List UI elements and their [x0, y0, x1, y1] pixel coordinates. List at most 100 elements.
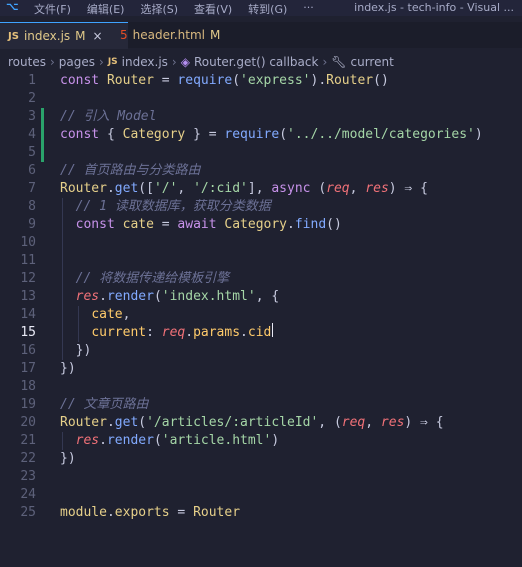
code-line[interactable]: 16 }) — [0, 342, 522, 360]
code-line[interactable]: 8 // 1 读取数据库，获取分类数据 — [0, 198, 522, 216]
code-text: Router.get(['/', '/:cid'], async (req, r… — [60, 180, 428, 198]
code-text: // 首页路由与分类路由 — [60, 162, 200, 180]
code-token: const — [60, 73, 107, 88]
menu-view[interactable]: 查看(V) — [194, 1, 232, 17]
js-file-icon: JS — [8, 30, 19, 42]
code-line[interactable]: 11 — [0, 252, 522, 270]
code-line[interactable]: 20 Router.get('/articles/:articleId', (re… — [0, 414, 522, 432]
code-token: 'express' — [240, 73, 311, 88]
vscode-logo-icon: ⌥ — [6, 0, 19, 13]
line-number: 24 — [20, 487, 36, 502]
code-line[interactable]: 5 — [0, 144, 522, 162]
code-token: . — [99, 433, 107, 448]
code-text: }) — [60, 450, 76, 468]
code-token: render — [106, 289, 154, 304]
code-token: const — [60, 217, 123, 232]
code-token: ( — [232, 73, 241, 88]
code-line[interactable]: 4 const { Category } = require('../../mod… — [0, 126, 522, 144]
tab-index-js[interactable]: JS index.js M × — [0, 22, 128, 49]
code-text: }) — [60, 342, 92, 360]
code-token: ( — [153, 433, 162, 448]
menu-go[interactable]: 转到(G) — [248, 1, 287, 17]
breadcrumb-pages[interactable]: pages — [59, 55, 95, 69]
code-text: // 将数据传递给模板引擎 — [60, 270, 230, 288]
chevron-right-icon: › — [322, 55, 328, 69]
modified-badge: M — [209, 28, 221, 42]
line-number: 16 — [20, 343, 36, 358]
breadcrumb-file[interactable]: index.js — [122, 55, 168, 69]
code-token: cate — [91, 307, 123, 322]
chevron-right-icon: › — [171, 55, 177, 69]
code-text: current: req.params.cid — [60, 324, 271, 342]
code-token: // 1 读取数据库，获取分类数据 — [60, 199, 271, 214]
line-number: 1 — [28, 73, 36, 88]
line-number: 4 — [28, 127, 36, 142]
menu-selection[interactable]: 选择(S) — [140, 1, 178, 17]
text-cursor — [272, 323, 273, 337]
close-icon[interactable]: × — [93, 29, 103, 43]
code-token: = — [153, 73, 178, 88]
line-number: 6 — [28, 163, 36, 178]
code-token: current — [91, 325, 147, 340]
code-line[interactable]: 9 const cate = await Category.find() — [0, 216, 522, 234]
menu-more[interactable]: ··· — [303, 1, 314, 17]
code-line[interactable]: 14 cate, — [0, 306, 522, 324]
code-token: Router — [60, 181, 107, 196]
code-text: res.render('article.html') — [60, 432, 280, 450]
code-line[interactable]: 21 res.render('article.html') — [0, 432, 522, 450]
code-token: : — [146, 325, 162, 340]
code-line[interactable]: 25 module.exports = Router — [0, 504, 522, 522]
code-token: . — [287, 217, 295, 232]
window-title: index.js - tech-info - Visual ... — [354, 1, 514, 14]
code-token: . — [240, 325, 248, 340]
code-text: module.exports = Router — [60, 504, 240, 522]
code-line[interactable]: 12 // 将数据传递给模板引擎 — [0, 270, 522, 288]
line-number: 7 — [28, 181, 36, 196]
code-line[interactable]: 23 — [0, 468, 522, 486]
line-number: 23 — [20, 469, 36, 484]
code-token: ( — [310, 181, 327, 196]
code-line[interactable]: 1 const Router = require('express').Route… — [0, 72, 522, 90]
code-token: ) — [271, 433, 280, 448]
code-token: , — [365, 415, 381, 430]
code-line[interactable]: 2 — [0, 90, 522, 108]
code-line[interactable]: 3 // 引入 Model — [0, 108, 522, 126]
breadcrumb-current[interactable]: current — [351, 55, 394, 69]
breadcrumb-routes[interactable]: routes — [8, 55, 46, 69]
code-token: , — [122, 307, 131, 322]
code-line[interactable]: 15 current: req.params.cid — [0, 324, 522, 342]
code-line[interactable]: 10 — [0, 234, 522, 252]
line-number: 12 — [20, 271, 36, 286]
code-line[interactable]: 7 Router.get(['/', '/:cid'], async (req, … — [0, 180, 522, 198]
code-token: }) — [60, 361, 76, 376]
menu-edit[interactable]: 编辑(E) — [87, 1, 125, 17]
chevron-right-icon: › — [49, 55, 55, 69]
code-line[interactable]: 22}) — [0, 450, 522, 468]
code-line[interactable]: 19 // 文章页路由 — [0, 396, 522, 414]
menu-file[interactable]: 文件(F) — [34, 1, 71, 17]
code-token: Category — [224, 217, 288, 232]
code-line[interactable]: 18 — [0, 378, 522, 396]
code-line[interactable]: 6 // 首页路由与分类路由 — [0, 162, 522, 180]
code-token: , ( — [318, 415, 342, 430]
line-number: 25 — [20, 505, 36, 520]
code-token: Router — [193, 505, 241, 520]
code-line[interactable]: 13 res.render('index.html', { — [0, 288, 522, 306]
line-number: 9 — [28, 217, 36, 232]
code-token: }) — [60, 343, 92, 358]
code-token: = — [169, 505, 194, 520]
breadcrumb: routes › pages › JS index.js › ◈ Router.… — [0, 52, 522, 72]
code-line[interactable]: 24 — [0, 486, 522, 504]
code-token: cid — [247, 325, 272, 340]
breadcrumb-callback[interactable]: Router.get() callback — [194, 55, 319, 69]
line-number: 8 — [28, 199, 36, 214]
code-line[interactable]: 17}) — [0, 360, 522, 378]
code-editor[interactable]: 1 const Router = require('express').Route… — [0, 72, 522, 532]
line-number: 2 — [28, 91, 36, 106]
tab-header-html[interactable]: 5 header.html M — [112, 22, 248, 48]
code-token: // 文章页路由 — [60, 397, 149, 412]
code-token: const — [60, 127, 107, 142]
code-text: }) — [60, 360, 76, 378]
line-number: 17 — [20, 361, 36, 376]
